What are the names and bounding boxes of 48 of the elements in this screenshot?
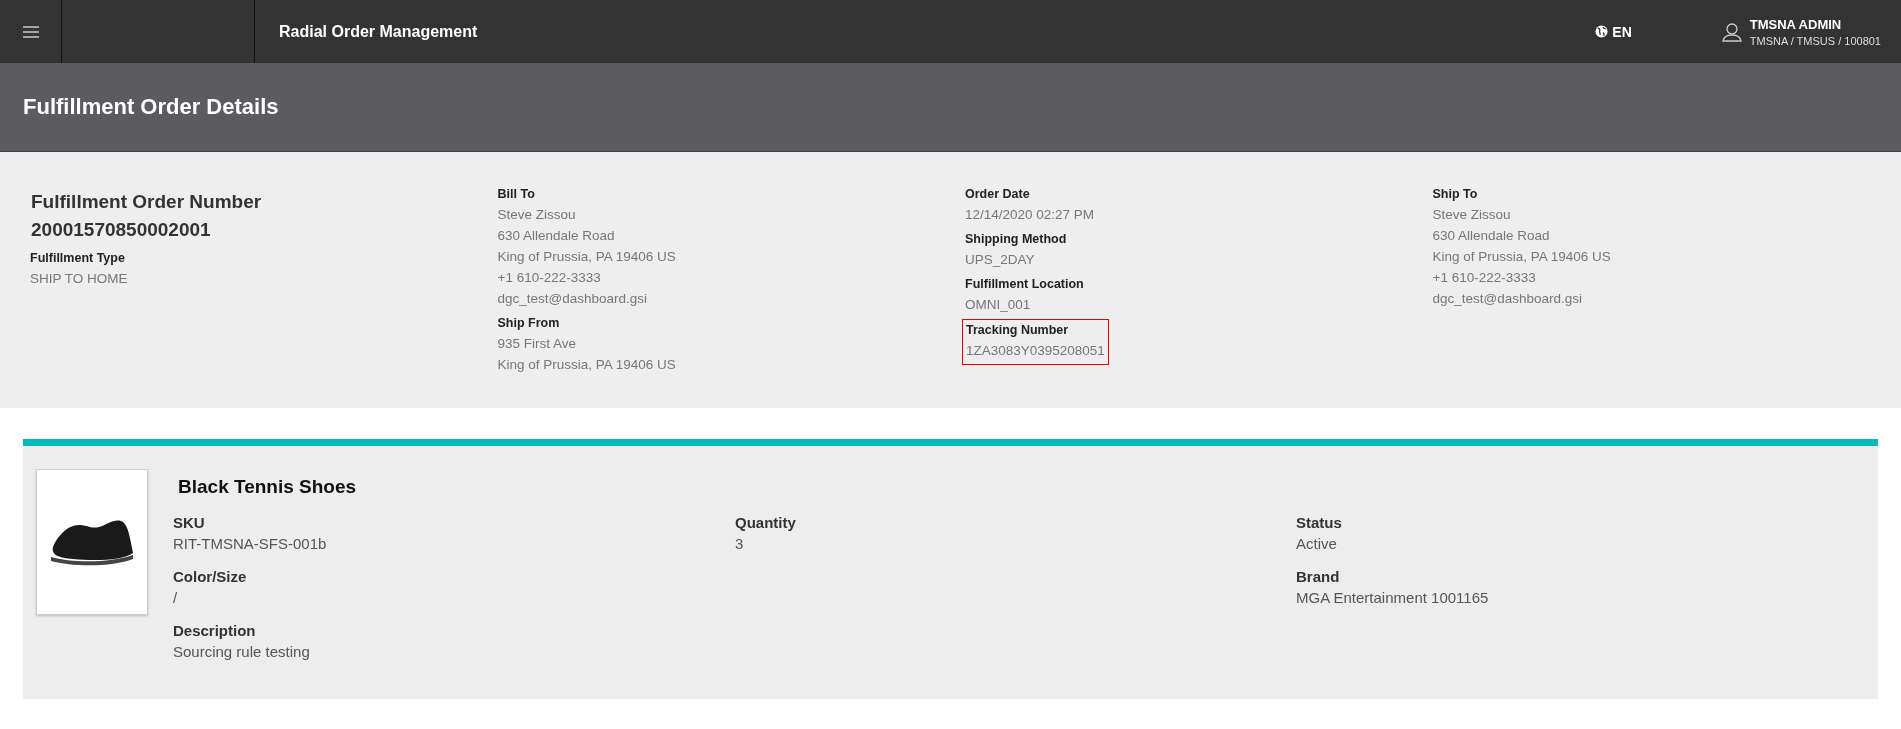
field-value: King of Prussia, PA 19406 US [497,356,676,374]
field-value: MGA Entertainment 1001165 [1296,589,1490,606]
field-value: +1 610-222-3333 [497,269,602,287]
globe-icon [1595,25,1609,38]
page-title: Fulfillment Order Details [23,94,279,120]
field-value: 935 First Ave [497,335,578,353]
field-value: Active [1296,535,1338,552]
field-label: Description [173,622,257,639]
field-value: SHIP TO HOME [30,270,128,288]
field-label: Fulfillment Location [965,277,1084,291]
field-label: Bill To [497,187,536,201]
field-value: / [173,589,179,606]
field-value: 630 Allendale Road [497,227,616,245]
user-organization: TMSNA / TMSUS / 100801 [1749,34,1881,47]
app-title: Radial Order Management [279,22,479,41]
user-icon[interactable] [1721,21,1742,42]
field-label: Ship To [1432,187,1479,201]
user-name: TMSNA ADMIN [1749,16,1843,32]
product-name: Black Tennis Shoes [178,476,358,498]
field-label: Fulfillment Type [30,251,126,265]
field-value: King of Prussia, PA 19406 US [1432,248,1611,266]
field-label: Ship From [497,316,561,330]
field-label: SKU [173,514,206,531]
field-label: Quantity [735,514,797,531]
field-label: Status [1296,514,1343,531]
field-value: Sourcing rule testing [173,643,311,660]
field-value: UPS_2DAY [965,251,1036,269]
order-number: 20001570850002001 [31,218,212,242]
field-value: RIT-TMSNA-SFS-001b [173,535,328,552]
field-value: dgc_test@dashboard.gsi [497,290,649,308]
field-value: 630 Allendale Road [1432,227,1551,245]
field-label: Order Date [965,187,1031,201]
field-label: Shipping Method [965,232,1067,246]
field-value: Steve Zissou [1432,206,1512,224]
field-value: 12/14/2020 02:27 PM [965,206,1095,224]
field-label: Color/Size [173,568,248,585]
field-label: Brand [1296,568,1341,585]
field-value: OMNI_001 [965,296,1032,314]
field-value: Steve Zissou [497,206,577,224]
menu-icon [22,25,39,38]
field-label: Tracking Number [966,323,1070,337]
language-selector[interactable]: EN [1595,23,1632,40]
field-value: +1 610-222-3333 [1432,269,1537,287]
order-number-label: Fulfillment Order Number [31,190,263,214]
field-value: 3 [735,535,745,552]
field-value: 1ZA3083Y0395208051 [966,342,1105,360]
field-value: King of Prussia, PA 19406 US [497,248,676,266]
field-value: dgc_test@dashboard.gsi [1432,290,1584,308]
